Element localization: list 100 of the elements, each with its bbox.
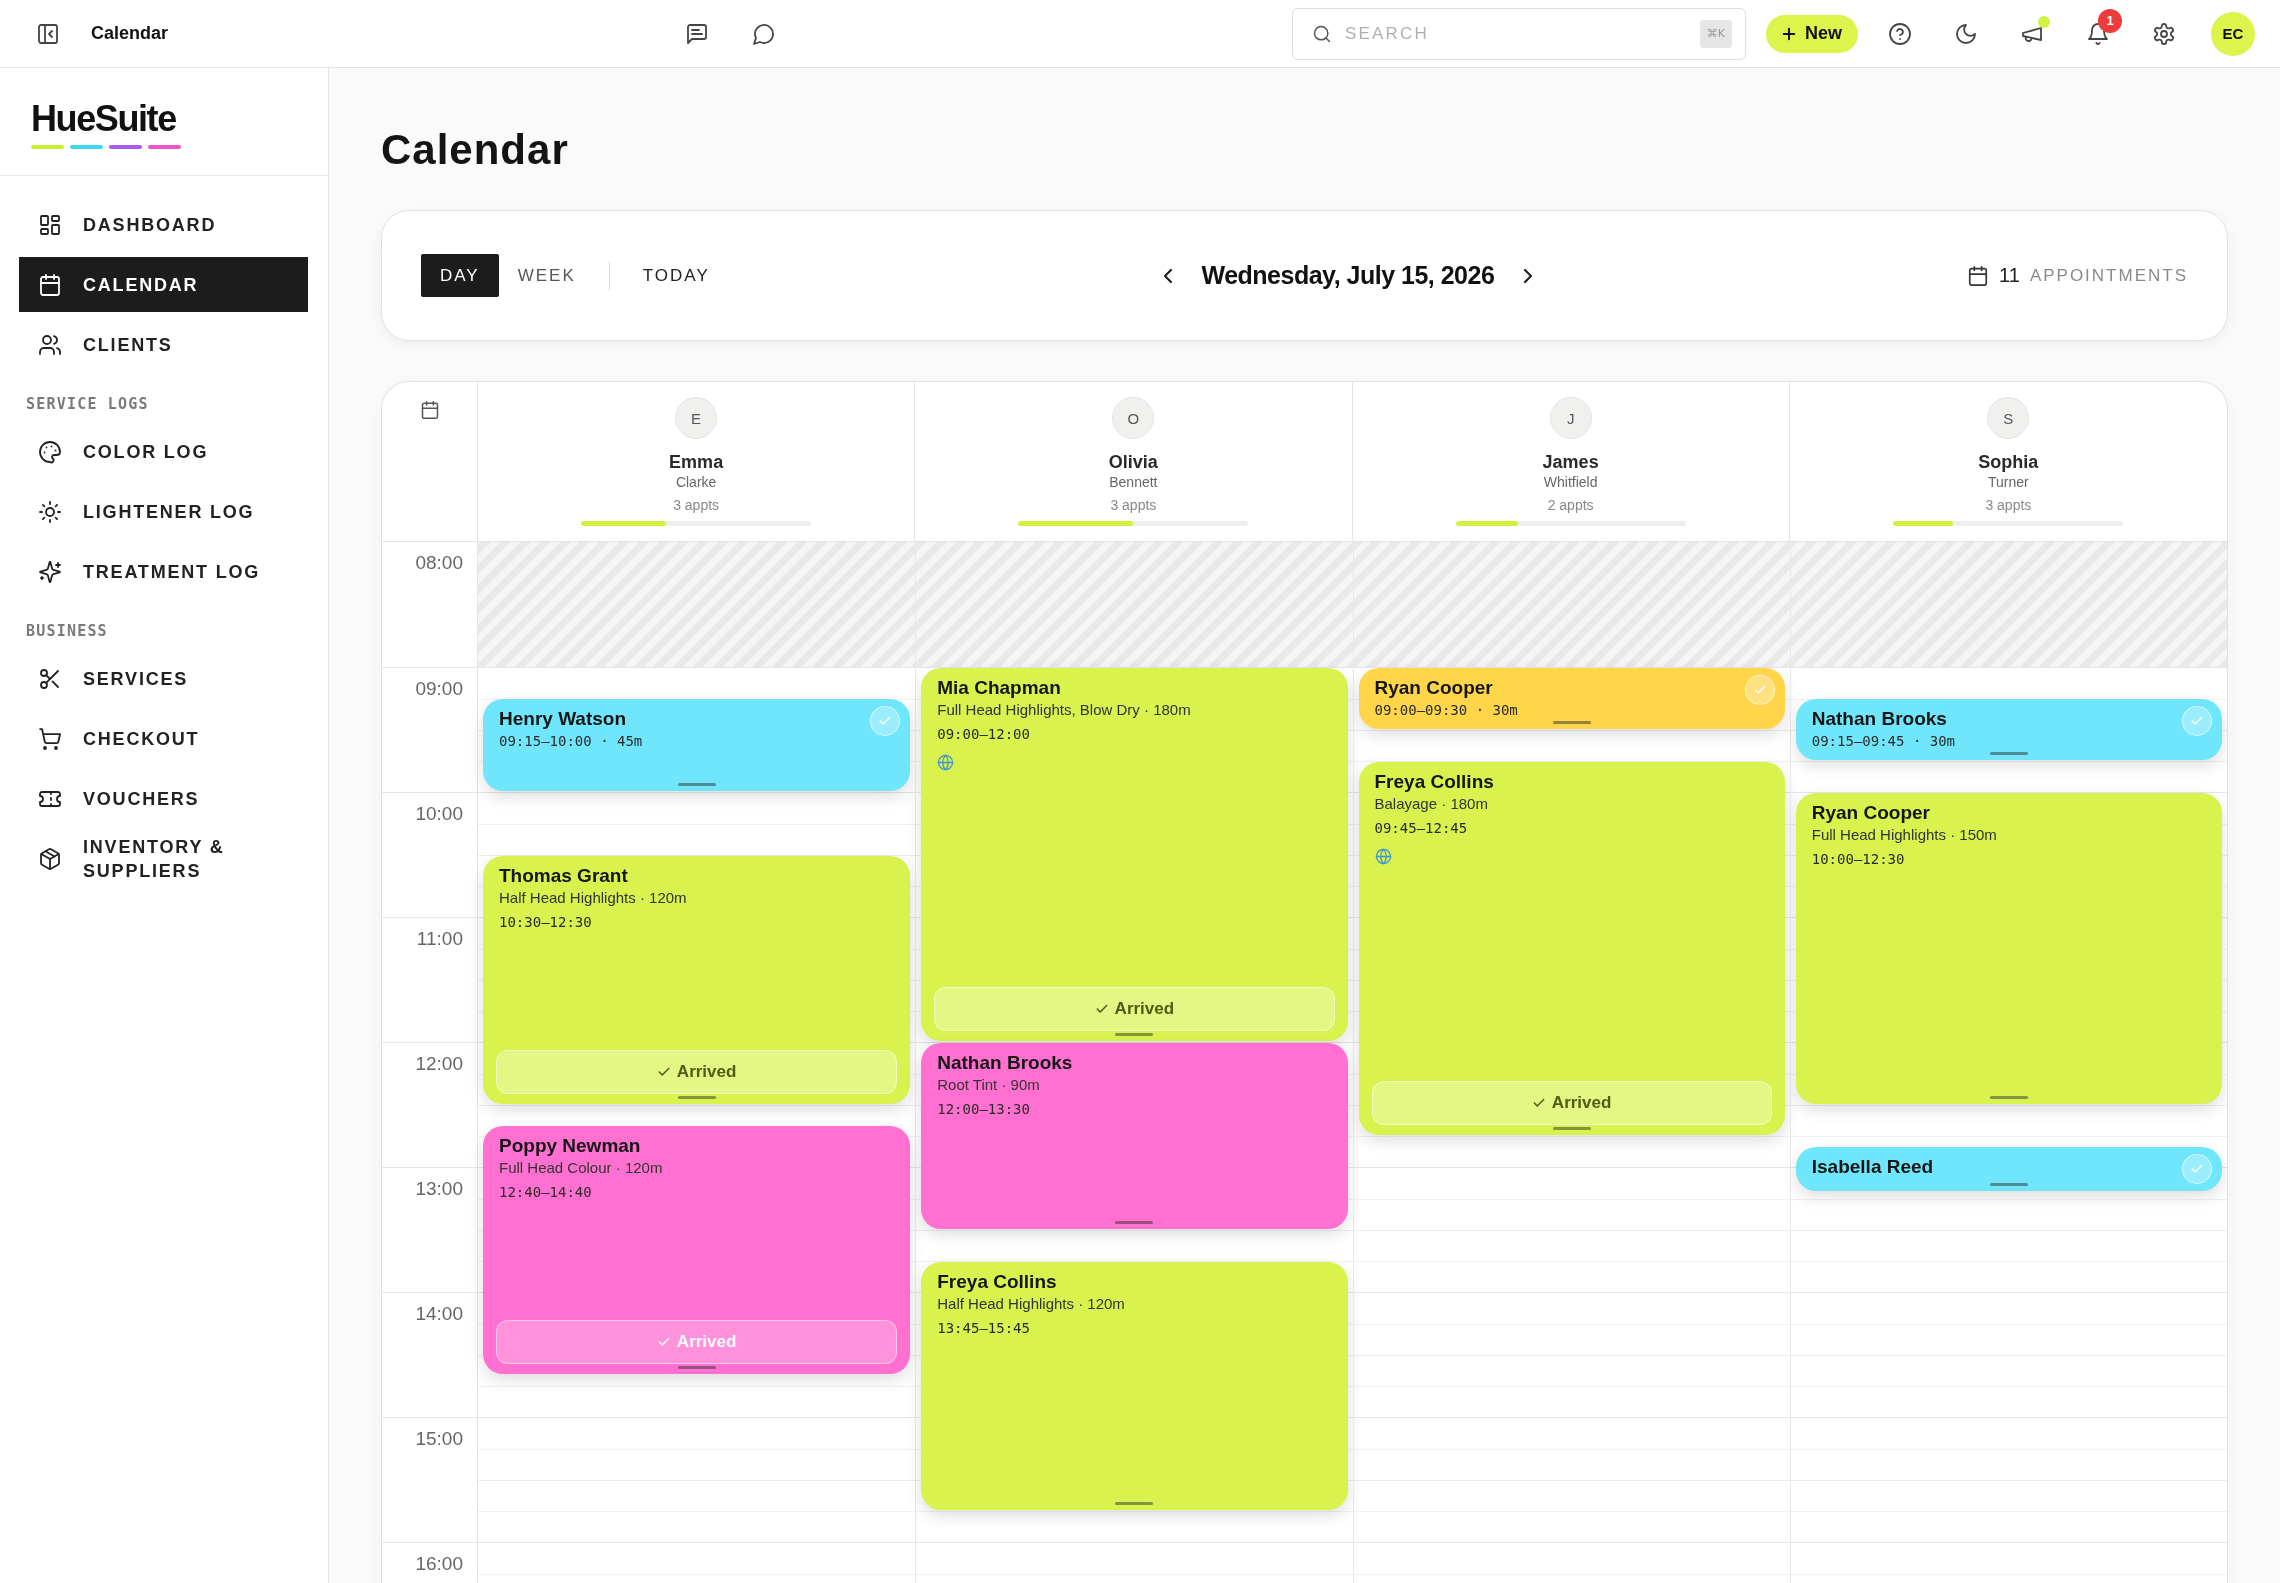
time-range-text: 13:45–15:45	[937, 1318, 1030, 1337]
chat-bubble-icon[interactable]	[752, 21, 776, 46]
section-heading: BUSINESS	[25, 621, 109, 642]
client-name: Poppy Newman	[499, 1134, 641, 1159]
logo-text: HueSuite	[31, 100, 176, 138]
resize-handle[interactable]	[1989, 1183, 2028, 1186]
check-button[interactable]	[870, 706, 901, 737]
appointment-card[interactable]: Henry Watson 09:15–10:00 · 45m	[483, 699, 911, 791]
staff-avatar: J	[1549, 397, 1592, 439]
appointment-card[interactable]: Thomas Grant Half Head Highlights · 120m 10:30–12:30 Arrived	[483, 855, 911, 1104]
staff-last-name: Clarke	[675, 473, 717, 491]
hour-label: 16:00	[415, 1553, 463, 1574]
appointment-card[interactable]: Freya Collins Half Head Highlights · 120m 13:45–15:45	[921, 1261, 1348, 1510]
resize-handle[interactable]	[1552, 1126, 1591, 1130]
sidebar-nav-item[interactable]: TREATMENT LOG	[19, 544, 308, 599]
view-tab[interactable]: WEEK	[498, 254, 595, 297]
resize-handle[interactable]	[1989, 751, 2028, 755]
package-icon	[38, 847, 62, 871]
new-button[interactable]: New	[1766, 14, 1858, 53]
appointment-card[interactable]: Nathan Brooks Root Tint · 90m 12:00–13:30	[921, 1043, 1348, 1229]
client-name: Thomas Grant	[499, 863, 628, 888]
notification-badge: 1	[2098, 8, 2122, 33]
sidebar-nav-item[interactable]: CLIENTS	[19, 317, 308, 372]
check-button[interactable]	[2182, 706, 2212, 737]
resize-handle[interactable]	[1552, 720, 1591, 724]
service-text: Half Head Highlights · 120m	[499, 887, 687, 908]
hour-label: 12:00	[415, 1053, 463, 1074]
check-button[interactable]	[1744, 675, 1775, 705]
help-icon[interactable]	[1888, 21, 1912, 46]
time-range-text: 09:45–12:45	[1374, 818, 1468, 837]
resize-handle[interactable]	[677, 783, 716, 786]
resize-handle[interactable]	[1115, 1033, 1154, 1036]
staff-first-name: James	[1542, 451, 1599, 473]
service-text: Full Head Highlights, Blow Dry · 180m	[937, 700, 1191, 720]
sidebar-toggle-icon[interactable]	[36, 21, 60, 46]
date-title: Wednesday, July 15, 2026	[1201, 261, 1495, 290]
appointment-count-text: 2 appts	[1547, 496, 1594, 514]
users-icon	[38, 332, 62, 357]
calendar-icon	[419, 400, 440, 420]
moon-icon[interactable]	[1954, 21, 1978, 46]
client-name: Ryan Cooper	[1374, 676, 1493, 700]
client-name: Ryan Cooper	[1811, 801, 1930, 825]
time-range-text: 12:40–14:40	[499, 1183, 592, 1202]
sun-icon	[38, 499, 62, 524]
hour-label: 15:00	[415, 1428, 463, 1449]
appointment-card[interactable]: Isabella Reed	[1795, 1147, 2222, 1191]
hour-label: 13:00	[415, 1178, 463, 1199]
appointment-count-text: 3 appts	[1985, 496, 2032, 514]
sidebar-nav-item[interactable]: DASHBOARD	[19, 197, 308, 252]
time-range-text: 10:30–12:30	[499, 912, 592, 931]
user-avatar[interactable]: EC	[2211, 11, 2255, 56]
hour-label: 11:00	[416, 928, 463, 949]
appointment-card[interactable]: Ryan Cooper Full Head Highlights · 150m 10:00–12:30	[1795, 793, 2222, 1104]
staff-first-name: Sophia	[1978, 451, 2039, 473]
appointment-card[interactable]: Poppy Newman Full Head Colour · 120m 12:40–14:40 Arrived	[483, 1126, 911, 1375]
arrived-button[interactable]: Arrived	[934, 987, 1335, 1031]
time-range-text: 09:15–09:45 · 30m	[1811, 732, 1956, 751]
hour-label: 08:00	[415, 552, 463, 573]
sidebar-nav-item[interactable]: VOUCHERS	[19, 771, 308, 826]
resize-handle[interactable]	[1115, 1501, 1154, 1505]
sidebar-nav-item[interactable]: COLOR LOG	[19, 424, 308, 479]
sidebar-nav-item[interactable]: LIGHTENER LOG	[19, 484, 308, 539]
arrived-button[interactable]: Arrived	[496, 1049, 898, 1094]
staff-last-name: Bennett	[1109, 473, 1158, 491]
appointment-card[interactable]: Mia Chapman Full Head Highlights, Blow Dry · 180m 09:00–12:00 Arrived	[921, 668, 1348, 1041]
appointment-card[interactable]: Nathan Brooks 09:15–09:45 · 30m	[1795, 699, 2222, 760]
staff-last-name: Whitfield	[1543, 473, 1598, 491]
sidebar-nav-item[interactable]: INVENTORY & SUPPLIERS	[19, 831, 308, 887]
resize-handle[interactable]	[677, 1095, 716, 1099]
view-tab[interactable]: DAY	[421, 254, 499, 297]
staff-last-name: Turner	[1988, 473, 2029, 491]
check-icon	[1752, 683, 1767, 697]
resize-handle[interactable]	[1115, 1220, 1154, 1224]
sidebar-nav-item[interactable]: CHECKOUT	[19, 711, 308, 766]
resize-handle[interactable]	[1989, 1095, 2028, 1099]
time-range-text: 12:00–13:30	[937, 1100, 1030, 1118]
staff-first-name: Emma	[669, 451, 724, 473]
appointment-count: 11	[1999, 264, 2020, 287]
check-button[interactable]	[2182, 1154, 2212, 1185]
service-text: Half Head Highlights · 120m	[937, 1293, 1125, 1314]
client-name: Henry Watson	[499, 707, 627, 732]
service-text: Full Head Highlights · 150m	[1811, 825, 1997, 845]
sidebar-nav-item[interactable]: SERVICES	[19, 651, 308, 706]
staff-avatar: S	[1987, 397, 2030, 439]
sidebar-nav-item[interactable]: CALENDAR	[19, 257, 308, 312]
client-name: Freya Collins	[1374, 769, 1494, 794]
staff-avatar: E	[675, 397, 718, 439]
arrived-button[interactable]: Arrived	[1371, 1080, 1772, 1125]
page-title: Calendar	[381, 126, 569, 174]
resize-handle[interactable]	[677, 1366, 716, 1370]
appointment-card[interactable]: Freya Collins Balayage · 180m 09:45–12:45 Arrived	[1358, 761, 1785, 1135]
appointment-count-text: 3 appts	[673, 496, 720, 514]
client-name: Nathan Brooks	[937, 1051, 1073, 1075]
search-icon	[1312, 23, 1332, 44]
hour-label: 14:00	[415, 1303, 463, 1324]
time-range-text: 10:00–12:30	[1811, 850, 1905, 868]
today-button[interactable]: TODAY	[623, 254, 729, 297]
settings-icon[interactable]	[2152, 21, 2176, 46]
appointment-card[interactable]: Ryan Cooper 09:00–09:30 · 30m	[1358, 668, 1785, 729]
calendar-icon	[1967, 264, 1990, 287]
